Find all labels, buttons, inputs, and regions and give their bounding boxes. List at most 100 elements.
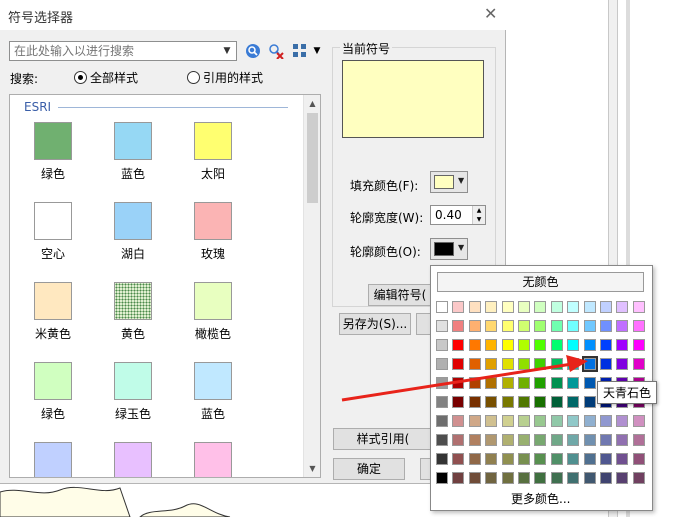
color-swatch[interactable]	[567, 301, 580, 313]
color-swatch[interactable]	[550, 301, 563, 313]
color-swatch[interactable]	[583, 339, 596, 351]
color-swatch[interactable]	[518, 320, 530, 332]
color-swatch[interactable]	[468, 434, 481, 446]
color-swatch[interactable]	[468, 339, 481, 351]
color-swatch[interactable]	[550, 472, 563, 484]
color-swatch[interactable]	[501, 396, 514, 408]
color-swatch[interactable]	[616, 415, 629, 427]
color-swatch[interactable]	[518, 301, 530, 313]
color-swatch[interactable]	[485, 339, 498, 351]
color-swatch[interactable]	[436, 396, 448, 408]
color-swatch[interactable]	[534, 320, 547, 332]
color-swatch[interactable]	[436, 434, 448, 446]
color-swatch[interactable]	[436, 472, 448, 484]
color-swatch[interactable]	[436, 377, 448, 389]
color-swatch[interactable]	[600, 358, 612, 370]
color-swatch[interactable]	[632, 301, 645, 313]
color-swatch[interactable]	[485, 358, 498, 370]
color-swatch[interactable]	[616, 320, 629, 332]
style-references-button[interactable]: 样式引用(	[333, 428, 433, 450]
color-swatch[interactable]	[581, 356, 598, 372]
color-swatch[interactable]	[600, 320, 612, 332]
color-swatch[interactable]	[583, 301, 596, 313]
color-swatch[interactable]	[567, 377, 580, 389]
color-swatch[interactable]	[567, 396, 580, 408]
chevron-down-icon[interactable]: ▼	[220, 44, 234, 58]
color-swatch[interactable]	[485, 377, 498, 389]
color-swatch[interactable]	[632, 472, 645, 484]
color-swatch[interactable]	[436, 358, 448, 370]
color-swatch[interactable]	[616, 358, 629, 370]
color-swatch[interactable]	[534, 396, 547, 408]
symbol-list[interactable]: ESRI 绿色 蓝色 太阳 空心 湖白 玫瑰 米黄色 黄色 橄榄色 绿色 绿玉色 蓝色 ▲ ▼	[9, 94, 321, 478]
color-swatch[interactable]	[518, 472, 530, 484]
color-swatch[interactable]	[583, 472, 596, 484]
save-as-button[interactable]: 另存为(S)...	[339, 313, 411, 335]
color-swatch[interactable]	[468, 301, 481, 313]
symbol-item[interactable]: 米黄色	[13, 282, 93, 342]
spin-down-icon[interactable]: ▼	[472, 215, 485, 224]
color-swatch[interactable]	[632, 434, 645, 446]
color-swatch[interactable]	[485, 415, 498, 427]
symbol-item[interactable]	[173, 442, 253, 477]
symbol-item[interactable]: 湖白	[93, 202, 173, 262]
color-swatch[interactable]	[468, 377, 481, 389]
color-swatch[interactable]	[567, 434, 580, 446]
outline-width-input[interactable]	[431, 206, 471, 224]
color-swatch[interactable]	[534, 453, 547, 465]
color-swatch[interactable]	[550, 415, 563, 427]
symbol-item[interactable]: 绿色	[13, 362, 93, 422]
color-swatch[interactable]	[632, 320, 645, 332]
symbol-item[interactable]: 绿色	[13, 122, 93, 182]
symbol-list-scrollbar[interactable]: ▲ ▼	[303, 95, 320, 477]
color-swatch[interactable]	[452, 453, 465, 465]
color-swatch[interactable]	[600, 453, 612, 465]
color-swatch[interactable]	[468, 453, 481, 465]
color-swatch[interactable]	[518, 358, 530, 370]
color-swatch[interactable]	[468, 358, 481, 370]
color-swatch[interactable]	[567, 415, 580, 427]
color-swatch[interactable]	[452, 377, 465, 389]
color-swatch[interactable]	[616, 434, 629, 446]
color-swatch[interactable]	[567, 358, 580, 370]
color-swatch[interactable]	[501, 377, 514, 389]
color-swatch[interactable]	[583, 453, 596, 465]
color-swatch[interactable]	[550, 339, 563, 351]
color-swatch[interactable]	[534, 301, 547, 313]
color-swatch[interactable]	[632, 339, 645, 351]
color-swatch[interactable]	[501, 453, 514, 465]
color-swatch[interactable]	[485, 396, 498, 408]
symbol-item[interactable]: 橄榄色	[173, 282, 253, 342]
color-swatch[interactable]	[583, 396, 596, 408]
color-swatch[interactable]	[436, 453, 448, 465]
color-swatch[interactable]	[632, 415, 645, 427]
edit-symbol-button[interactable]: 编辑符号(	[368, 284, 432, 306]
color-swatch[interactable]	[518, 377, 530, 389]
symbol-item[interactable]: 黄色	[93, 282, 173, 342]
color-swatch[interactable]	[518, 453, 530, 465]
color-swatch[interactable]	[501, 320, 514, 332]
symbol-item[interactable]: 蓝色	[93, 122, 173, 182]
color-swatch[interactable]	[452, 320, 465, 332]
color-swatch[interactable]	[567, 453, 580, 465]
color-swatch[interactable]	[616, 472, 629, 484]
symbol-item[interactable]	[93, 442, 173, 477]
color-swatch[interactable]	[501, 434, 514, 446]
symbol-item[interactable]: 空心	[13, 202, 93, 262]
outline-color-button[interactable]: ▼	[430, 238, 468, 260]
color-swatch[interactable]	[436, 415, 448, 427]
color-swatch[interactable]	[518, 434, 530, 446]
scroll-down-icon[interactable]: ▼	[304, 460, 320, 477]
color-swatch[interactable]	[452, 415, 465, 427]
color-swatch[interactable]	[501, 358, 514, 370]
color-swatch[interactable]	[567, 472, 580, 484]
outline-width-stepper[interactable]: ▲ ▼	[430, 205, 486, 225]
color-swatch[interactable]	[550, 434, 563, 446]
symbol-item[interactable]: 太阳	[173, 122, 253, 182]
color-swatch[interactable]	[600, 301, 612, 313]
color-swatch[interactable]	[534, 472, 547, 484]
ok-button[interactable]: 确定	[333, 458, 405, 480]
symbol-item[interactable]: 绿玉色	[93, 362, 173, 422]
color-swatch[interactable]	[501, 339, 514, 351]
color-swatch[interactable]	[534, 358, 547, 370]
